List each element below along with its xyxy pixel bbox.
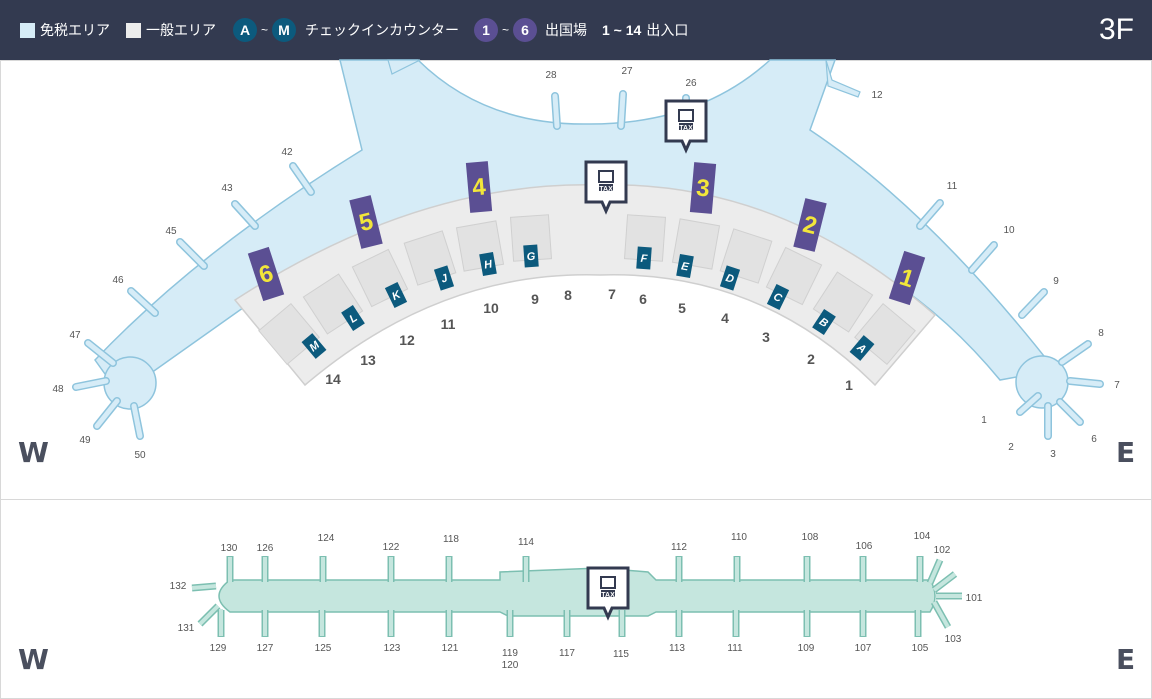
terminal-map: ABCDEFGHJKLM 123456 1234567891011121314 … [18, 59, 1135, 676]
tax-text: TAX [679, 125, 693, 132]
gate-6: 6 [1091, 434, 1097, 445]
gate-11: 11 [947, 181, 958, 192]
entrance-12: 12 [399, 332, 415, 348]
gate-42: 42 [281, 147, 293, 158]
gate-112: 112 [671, 542, 687, 553]
entrance-2: 2 [807, 351, 815, 367]
gate-119: 119 [502, 648, 518, 659]
gate-123: 123 [384, 643, 401, 654]
gate-125: 125 [315, 643, 332, 654]
tax-text: TAX [601, 592, 615, 599]
entrance-3: 3 [762, 329, 770, 345]
gate-47: 47 [69, 330, 81, 341]
gate-103: 103 [945, 634, 962, 645]
gate-132: 132 [170, 581, 187, 592]
entrance-14: 14 [325, 371, 341, 387]
gate-3: 3 [1050, 449, 1056, 460]
entrance-4: 4 [721, 310, 729, 326]
gate-7: 7 [1114, 380, 1120, 391]
gate-107: 107 [855, 643, 872, 654]
gate-109: 109 [798, 643, 815, 654]
east-label: E [1116, 436, 1135, 469]
gate-127: 127 [257, 643, 274, 654]
departure-number: 3 [695, 174, 711, 202]
west-label: W [18, 436, 49, 469]
gate-115: 115 [613, 649, 629, 660]
gate-104: 104 [914, 531, 931, 542]
departure-3: 3 [689, 162, 717, 214]
gate-9: 9 [1053, 276, 1059, 287]
gate-130: 130 [221, 543, 238, 554]
entrance-1: 1 [845, 377, 853, 393]
entrance-5: 5 [678, 300, 686, 316]
gate-111: 111 [727, 643, 743, 654]
checkin-F: F [636, 246, 652, 270]
gate-102: 102 [934, 545, 951, 556]
gate-120: 120 [502, 660, 519, 671]
gate-113: 113 [669, 643, 685, 654]
gate-124: 124 [318, 533, 335, 544]
west-label-concourse: W [18, 643, 49, 676]
gate-101: 101 [966, 593, 983, 604]
gate-1: 1 [981, 415, 987, 426]
gate-2: 2 [1008, 442, 1014, 453]
gate-108: 108 [802, 532, 819, 543]
gate-49: 49 [79, 435, 91, 446]
gate-117: 117 [559, 648, 575, 659]
gate-110: 110 [731, 532, 747, 543]
entrance-13: 13 [360, 352, 376, 368]
gate-26: 26 [685, 78, 697, 89]
east-label-concourse: E [1116, 643, 1135, 676]
entrance-11: 11 [441, 316, 456, 332]
gate-12: 12 [871, 90, 883, 101]
entrance-6: 6 [639, 291, 647, 307]
gate-114: 114 [518, 537, 534, 548]
gate-129: 129 [210, 643, 227, 654]
gate-126: 126 [257, 543, 274, 554]
checkin-label: F [640, 253, 648, 265]
entrance-8: 8 [564, 287, 572, 303]
gate-118: 118 [443, 534, 459, 545]
gate-48: 48 [52, 384, 64, 395]
entrance-7: 7 [608, 286, 616, 302]
gate-46: 46 [112, 275, 124, 286]
gate-106: 106 [856, 541, 873, 552]
gate-43: 43 [221, 183, 233, 194]
gate-121: 121 [442, 643, 459, 654]
gate-8: 8 [1098, 328, 1104, 339]
gate-122: 122 [383, 542, 400, 553]
gate-50: 50 [134, 450, 146, 461]
checkin-G: G [523, 244, 539, 268]
entrance-9: 9 [531, 291, 539, 307]
gate-131: 131 [178, 623, 195, 634]
gate-27: 27 [621, 66, 633, 77]
entrance-10: 10 [483, 300, 499, 316]
gate-45: 45 [165, 226, 177, 237]
checkin-label: G [526, 251, 536, 264]
gate-105: 105 [912, 643, 929, 654]
gate-10: 10 [1003, 225, 1015, 236]
gate-28: 28 [545, 70, 557, 81]
departure-4: 4 [465, 161, 493, 213]
tax-text: TAX [599, 186, 613, 193]
